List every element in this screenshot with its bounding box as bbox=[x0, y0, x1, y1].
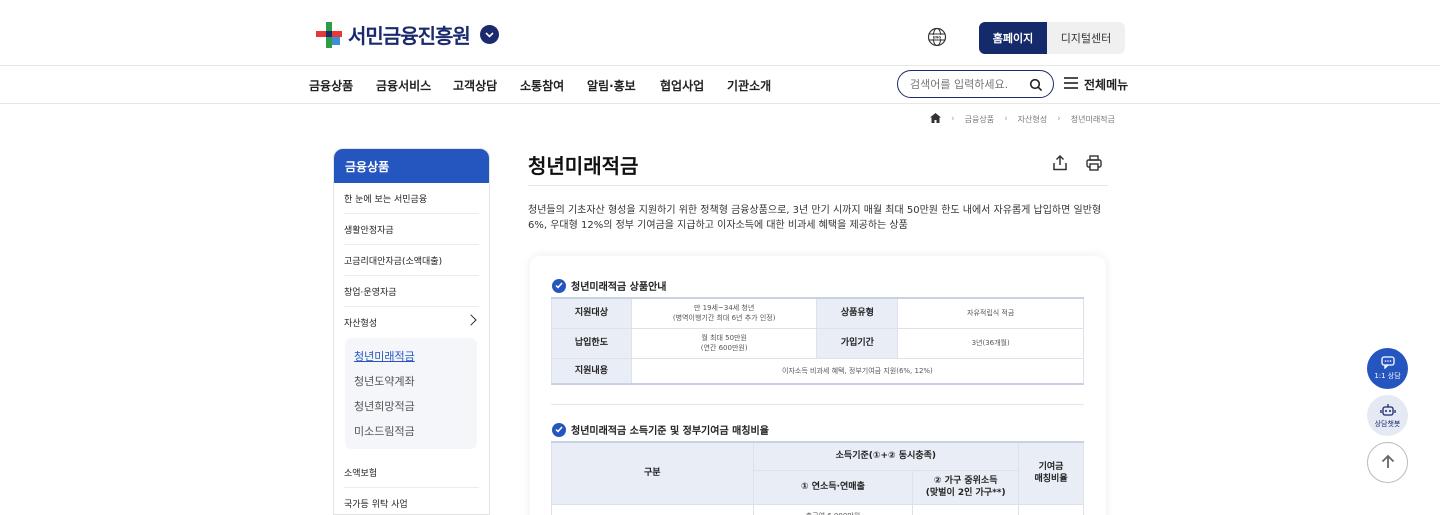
sidebar-item-asset-building[interactable]: 자산형성 bbox=[344, 307, 479, 338]
product-info-table: 지원대상 만 19세~34세 청년 (병역이행기간 최대 6년 추가 인정) 상품… bbox=[551, 297, 1085, 385]
table-cell bbox=[551, 503, 754, 515]
breadcrumb-item[interactable]: 금융상품 bbox=[965, 114, 994, 125]
table-cell: 자유적립식 적금 bbox=[897, 297, 1084, 329]
logo-text: 서민금융진흥원 bbox=[348, 24, 471, 48]
check-icon bbox=[552, 278, 566, 293]
product-info-heading: 청년미래적금 상품안내 bbox=[552, 278, 666, 293]
arrow-up-icon bbox=[1380, 454, 1396, 472]
table-cell: 월 최대 50만원 (연간 600만원) bbox=[630, 327, 818, 359]
section-title: 청년미래적금 상품안내 bbox=[571, 282, 667, 293]
globe-label: ENG bbox=[933, 35, 941, 39]
table-header: 가입기간 bbox=[816, 327, 899, 359]
search-icon[interactable] bbox=[1029, 77, 1043, 92]
nav-item-communication[interactable]: 소통참여 bbox=[520, 77, 564, 94]
matching-heading: 청년미래적금 소득기준 및 정부기여금 매칭비율 bbox=[552, 422, 769, 437]
product-description: 청년들의 기초자산 형성을 지원하기 위한 정책형 금융상품으로, 3년 만기 … bbox=[528, 205, 1102, 231]
page-title: 청년미래적금 bbox=[528, 154, 639, 178]
breadcrumb-item-current[interactable]: 청년미래적금 bbox=[1071, 114, 1115, 125]
title-divider bbox=[528, 185, 1108, 186]
scroll-top-button[interactable] bbox=[1367, 442, 1408, 483]
sidebar-item-living-fund[interactable]: 생활안정자금 bbox=[344, 214, 479, 245]
all-menu-label: 전체메뉴 bbox=[1084, 78, 1129, 92]
print-icon[interactable] bbox=[1085, 154, 1103, 172]
table-header: 지원내용 bbox=[551, 357, 632, 385]
sidebar-item-commissioned[interactable]: 국가등 위탁 사업 bbox=[344, 488, 479, 514]
sidebar-subitem-youth-future[interactable]: 청년미래적금 bbox=[354, 343, 477, 368]
consult-button[interactable]: 1:1 상담 bbox=[1367, 348, 1408, 389]
sidebar-subitem-miso-dream[interactable]: 미소드림적금 bbox=[354, 418, 477, 443]
chatbot-button[interactable]: 상담챗봇 bbox=[1367, 395, 1408, 436]
product-info-card: 청년미래적금 상품안내 지원대상 만 19세~34세 청년 (병역이행기간 최대 … bbox=[530, 256, 1106, 515]
nav-item-services[interactable]: 금융서비스 bbox=[376, 77, 431, 94]
logo[interactable]: 서민금융진흥원 bbox=[316, 20, 499, 49]
table-cell: 이자소득 비과세 혜택, 정부기여금 지원(6%, 12%) bbox=[630, 357, 1085, 385]
table-header: 상품유형 bbox=[816, 297, 899, 329]
table-header: 지원대상 bbox=[551, 297, 632, 329]
table-header: ① 연소득·연매출 bbox=[752, 469, 914, 505]
table-cell: 총급여 6,000만원 bbox=[752, 503, 914, 515]
sidebar-heading: 금융상품 bbox=[334, 149, 489, 183]
table-cell bbox=[912, 503, 1020, 515]
chevron-down-icon[interactable] bbox=[479, 25, 499, 44]
nav-item-news[interactable]: 알림·홍보 bbox=[587, 77, 636, 94]
section-divider bbox=[551, 404, 1084, 405]
logo-mark-icon bbox=[316, 21, 342, 48]
breadcrumb-separator-icon: › bbox=[1004, 114, 1008, 124]
table-cell bbox=[1018, 503, 1084, 515]
table-cell: 3년(36개월) bbox=[897, 327, 1084, 359]
share-icon[interactable] bbox=[1051, 154, 1069, 172]
table-header: ② 가구 중위소득 (맞벌이 2인 가구**) bbox=[912, 469, 1020, 505]
table-header: 구분 bbox=[551, 441, 754, 505]
robot-icon bbox=[1379, 403, 1396, 419]
home-icon[interactable] bbox=[930, 113, 941, 125]
section-title: 청년미래적금 소득기준 및 정부기여금 매칭비율 bbox=[571, 426, 769, 437]
globe-icon[interactable]: ENG bbox=[927, 27, 947, 47]
chatbot-label: 상담챗봇 bbox=[1374, 419, 1401, 428]
check-icon bbox=[552, 422, 566, 437]
all-menu-button[interactable]: 전체메뉴 bbox=[1064, 76, 1128, 93]
chevron-right-icon bbox=[465, 314, 477, 326]
sidebar-submenu: 청년미래적금 청년도약계좌 청년희망적금 미소드림적금 bbox=[345, 338, 477, 449]
matching-table: 구분 소득기준(①+② 동시충족) 기여금 매칭비율 ① 연소득·연매출 ② 가구… bbox=[551, 441, 1084, 515]
breadcrumb-item[interactable]: 자산형성 bbox=[1018, 114, 1047, 125]
search-input[interactable] bbox=[910, 77, 1022, 91]
table-header: 기여금 매칭비율 bbox=[1018, 441, 1084, 505]
table-header: 소득기준(①+② 동시충족) bbox=[752, 441, 1020, 471]
main-nav: 금융상품 금융서비스 고객상담 소통참여 알림·홍보 협업사업 기관소개 전체메… bbox=[0, 66, 1440, 104]
chat-icon bbox=[1380, 356, 1395, 371]
homepage-button[interactable]: 홈페이지 bbox=[979, 22, 1047, 54]
sidebar-item-label: 자산형성 bbox=[344, 319, 378, 329]
nav-item-about[interactable]: 기관소개 bbox=[727, 77, 771, 94]
sidebar-item-overview[interactable]: 한 눈에 보는 서민금융 bbox=[344, 183, 479, 214]
breadcrumb-separator-icon: › bbox=[1057, 114, 1061, 124]
sidebar-item-micro-insurance[interactable]: 소액보험 bbox=[344, 457, 479, 488]
nav-item-products[interactable]: 금융상품 bbox=[309, 77, 353, 94]
sidebar-subitem-youth-leap[interactable]: 청년도약계좌 bbox=[354, 368, 477, 393]
digital-center-button[interactable]: 디지털센터 bbox=[1047, 22, 1125, 54]
consult-label: 1:1 상담 bbox=[1374, 372, 1401, 380]
nav-item-cooperation[interactable]: 협업사업 bbox=[660, 77, 704, 94]
breadcrumb-separator-icon: › bbox=[951, 114, 955, 124]
top-header: 서민금융진흥원 ENG 홈페이지 디지털센터 bbox=[0, 0, 1440, 66]
hamburger-icon bbox=[1064, 77, 1078, 92]
search-box bbox=[897, 70, 1054, 98]
sidebar: 금융상품 한 눈에 보는 서민금융 생활안정자금 고금리대안자금(소액대출) 창… bbox=[333, 148, 490, 515]
sidebar-item-alternative-loan[interactable]: 고금리대안자금(소액대출) bbox=[344, 245, 479, 276]
table-header: 납입한도 bbox=[551, 327, 632, 359]
breadcrumb: › 금융상품 › 자산형성 › 청년미래적금 bbox=[930, 113, 1115, 125]
sidebar-subitem-youth-hope[interactable]: 청년희망적금 bbox=[354, 393, 477, 418]
sidebar-item-startup-fund[interactable]: 창업·운영자금 bbox=[344, 276, 479, 307]
nav-item-consulting[interactable]: 고객상담 bbox=[453, 77, 497, 94]
table-cell: 만 19세~34세 청년 (병역이행기간 최대 6년 추가 인정) bbox=[630, 297, 818, 329]
